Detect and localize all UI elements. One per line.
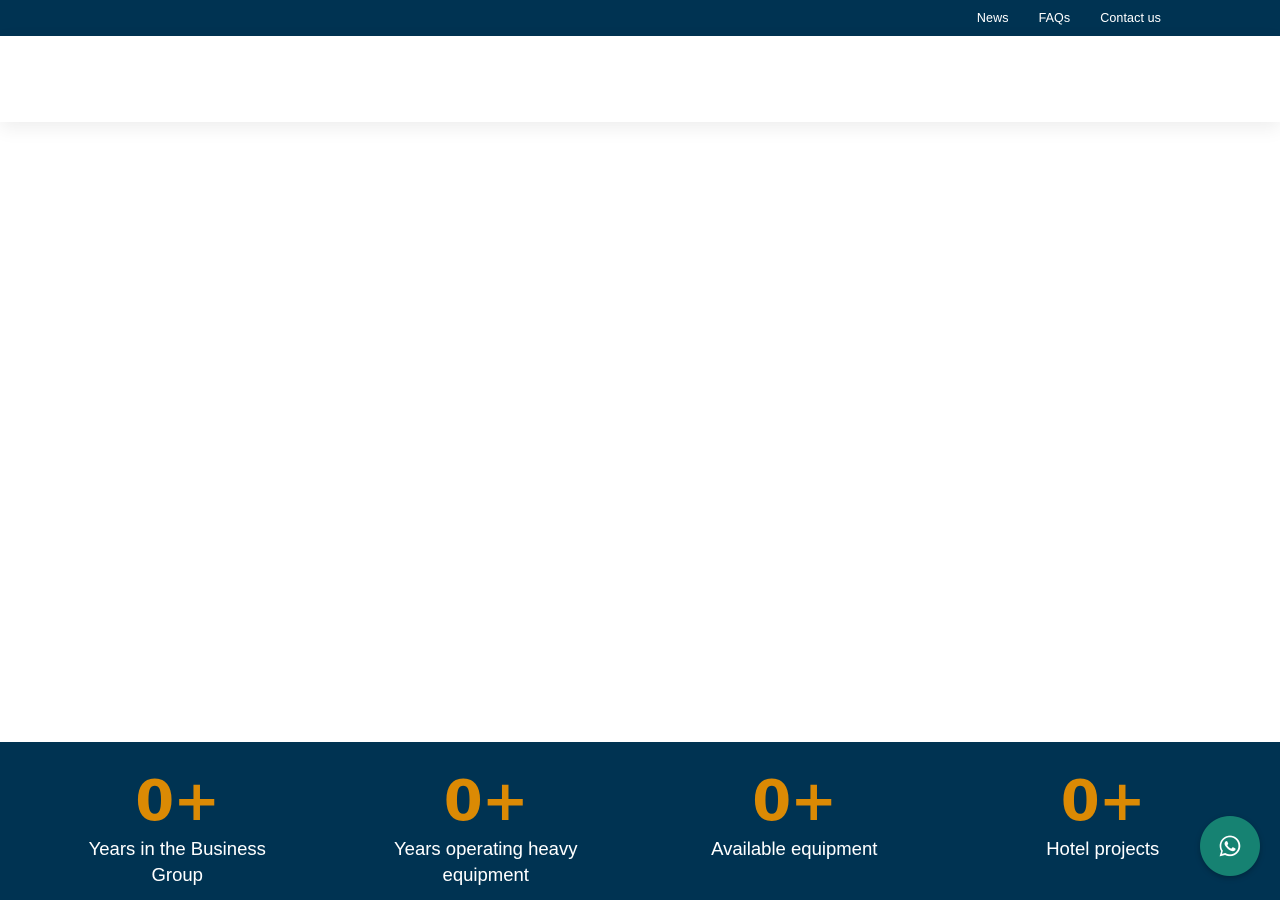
whatsapp-icon (1219, 835, 1241, 857)
top-bar: News FAQs Contact us (0, 0, 1280, 36)
stat-label: Years in the Business Group (88, 838, 266, 885)
stat-years-business-group: 0+ Years in the Business Group (23, 742, 332, 900)
stat-value: 0+ (752, 769, 837, 834)
nav-link-faqs[interactable]: FAQs (1039, 11, 1071, 25)
top-nav: News FAQs Contact us (977, 0, 1161, 36)
stat-value: 0+ (135, 769, 220, 834)
stat-label: Hotel projects (1046, 838, 1160, 859)
nav-link-contact[interactable]: Contact us (1100, 11, 1161, 25)
nav-link-news[interactable]: News (977, 11, 1009, 25)
stat-label: Available equipment (711, 838, 878, 859)
stats-section: 0+ Years in the Business Group 0+ Years … (0, 742, 1280, 900)
stat-available-equipment: 0+ Available equipment (640, 742, 949, 900)
stat-label: Years operating heavy equipment (394, 838, 578, 885)
hero-section (0, 122, 1280, 742)
stat-value: 0+ (443, 769, 529, 834)
stat-hotel-projects: 0+ Hotel projects (949, 742, 1258, 900)
whatsapp-button[interactable] (1200, 816, 1260, 876)
main-header (0, 36, 1280, 122)
stat-years-heavy-equipment: 0+ Years operating heavy equipment (332, 742, 641, 900)
